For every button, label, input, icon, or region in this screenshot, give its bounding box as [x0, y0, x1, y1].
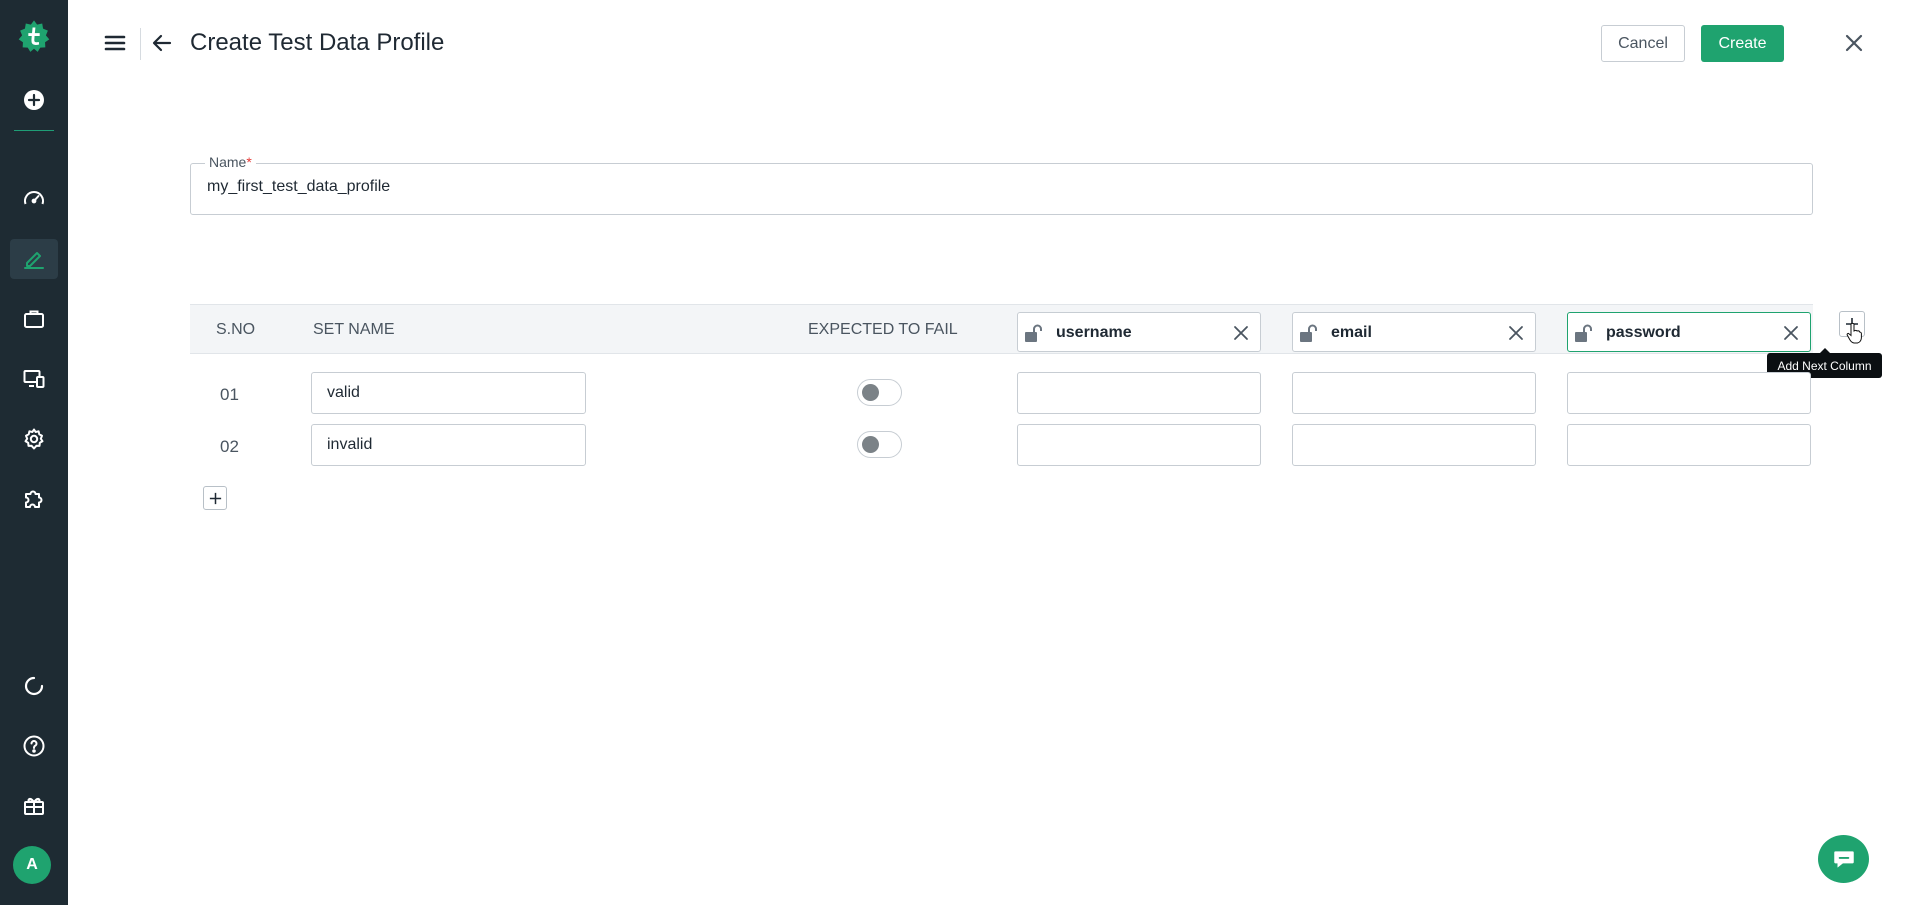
cancel-button[interactable]: Cancel [1601, 25, 1685, 62]
sidebar: A [0, 0, 68, 905]
row-number: 01 [220, 385, 239, 404]
cell-input-email[interactable] [1292, 424, 1536, 466]
set-name-input[interactable] [311, 372, 586, 414]
remove-column-icon[interactable] [1507, 324, 1525, 342]
column-name: password [1606, 324, 1681, 341]
chat-icon [1833, 851, 1854, 868]
close-icon[interactable] [1842, 31, 1866, 55]
toggle-knob [862, 436, 879, 453]
unlock-icon[interactable] [1574, 323, 1594, 343]
sidebar-divider [14, 130, 54, 131]
remove-column-icon[interactable] [1782, 324, 1800, 342]
unlock-icon[interactable] [1024, 323, 1044, 343]
set-name-input[interactable] [311, 424, 586, 466]
cell-input-username[interactable] [1017, 424, 1261, 466]
gift-icon[interactable] [10, 786, 58, 826]
row-number: 02 [220, 437, 239, 456]
set-name-header: SET NAME [313, 321, 395, 338]
column-name: email [1331, 324, 1372, 341]
name-input[interactable] [207, 178, 1787, 196]
name-label: Name* [205, 154, 256, 170]
expected-to-fail-header: EXPECTED TO FAIL [808, 321, 958, 338]
dashboard-icon[interactable] [10, 179, 58, 219]
devices-icon[interactable] [10, 359, 58, 399]
column-name: username [1056, 324, 1132, 341]
briefcase-icon[interactable] [10, 299, 58, 339]
chat-support-button[interactable] [1818, 835, 1869, 883]
column-header-password[interactable]: password [1567, 312, 1811, 352]
hand-cursor-icon [1846, 322, 1862, 344]
remove-column-icon[interactable] [1232, 324, 1250, 342]
sno-header: S.NO [216, 321, 256, 338]
name-field: Name* [190, 154, 1813, 215]
puzzle-icon[interactable] [10, 479, 58, 519]
cell-input-password[interactable] [1567, 372, 1811, 414]
help-icon[interactable] [10, 726, 58, 766]
page-title: Create Test Data Profile [190, 29, 445, 56]
edit-icon[interactable] [10, 239, 58, 279]
sync-icon[interactable] [10, 666, 58, 706]
add-circle-icon[interactable] [10, 80, 58, 120]
cell-input-username[interactable] [1017, 372, 1261, 414]
toggle-knob [862, 384, 879, 401]
column-header-email[interactable]: email [1292, 312, 1536, 352]
add-row-button[interactable] [203, 486, 227, 510]
cell-input-password[interactable] [1567, 424, 1811, 466]
avatar[interactable]: A [13, 846, 51, 884]
header-separator [140, 28, 141, 60]
expected-to-fail-toggle[interactable] [857, 379, 902, 406]
hamburger-menu-icon[interactable] [104, 32, 126, 54]
plus-icon [209, 492, 221, 504]
unlock-icon[interactable] [1299, 323, 1319, 343]
table-header: S.NO SET NAME EXPECTED TO FAIL username … [190, 304, 1813, 354]
expected-to-fail-toggle[interactable] [857, 431, 902, 458]
required-mark: * [246, 154, 252, 170]
back-arrow-icon[interactable] [150, 31, 174, 55]
create-button[interactable]: Create [1701, 25, 1784, 62]
settings-icon[interactable] [10, 419, 58, 459]
cell-input-email[interactable] [1292, 372, 1536, 414]
logo-icon[interactable] [10, 16, 58, 56]
column-header-username[interactable]: username [1017, 312, 1261, 352]
